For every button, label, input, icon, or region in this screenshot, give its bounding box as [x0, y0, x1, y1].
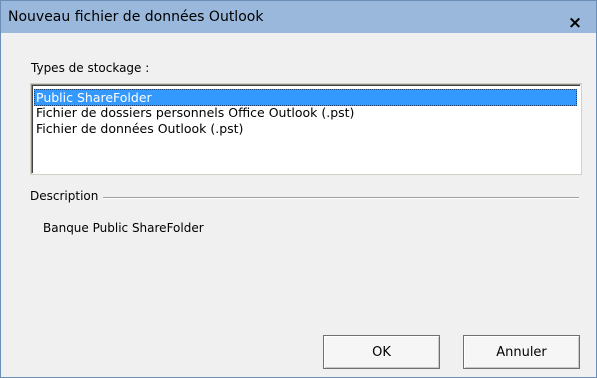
- list-item-outlook-data-pst[interactable]: Fichier de données Outlook (.pst): [35, 121, 243, 137]
- list-item-personal-folders-pst[interactable]: Fichier de dossiers personnels Office Ou…: [35, 105, 354, 121]
- dialog-window: Nouveau fichier de données Outlook × Typ…: [0, 0, 597, 378]
- description-label: Description: [30, 189, 104, 203]
- storage-types-listbox[interactable]: Public ShareFolder Fichier de dossiers p…: [30, 83, 582, 175]
- ok-button[interactable]: OK: [323, 335, 440, 369]
- description-divider: [30, 197, 579, 199]
- cancel-button[interactable]: Annuler: [463, 335, 580, 369]
- list-item-public-sharefolder[interactable]: Public ShareFolder: [34, 89, 577, 106]
- title-bar[interactable]: Nouveau fichier de données Outlook ×: [1, 1, 596, 33]
- description-text: Banque Public ShareFolder: [43, 221, 204, 235]
- window-title: Nouveau fichier de données Outlook: [8, 9, 264, 25]
- close-button[interactable]: ×: [563, 14, 587, 33]
- close-icon: ×: [567, 13, 583, 33]
- storage-types-label: Types de stockage :: [31, 61, 150, 75]
